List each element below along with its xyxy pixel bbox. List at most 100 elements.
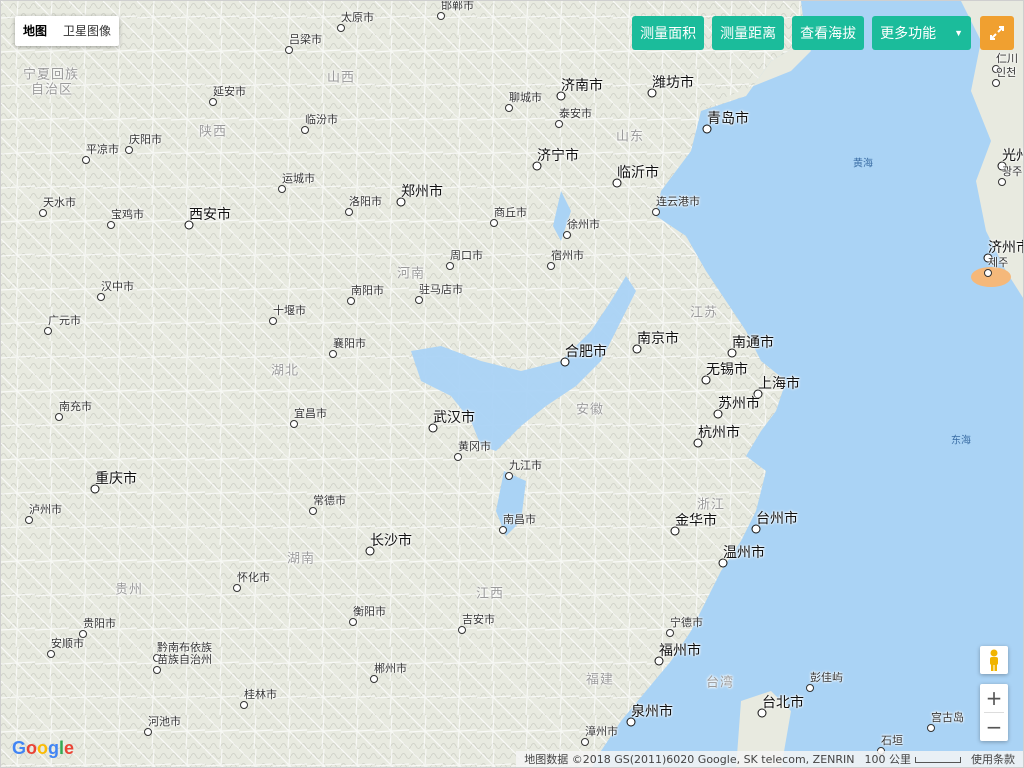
region-label: 河南 [397,266,426,282]
tool-buttons: 测量面积 测量距离 查看海拔 更多功能 ▼ [632,16,971,50]
city-label: 西安市 [189,207,231,223]
city-marker [806,684,814,692]
city-label: 宿州市 [551,249,584,262]
city-label: 金华市 [675,513,717,529]
city-label: 九江市 [509,459,542,472]
attribution-text: 地图数据 ©2018 GS(2011)6020 Google, SK telec… [524,753,855,766]
city-marker [107,221,115,229]
map-terrain [1,1,1023,767]
city-label: 漳州市 [585,725,618,738]
city-label: 彭佳屿 [810,671,843,684]
more-functions-button[interactable]: 更多功能 ▼ [872,16,971,50]
view-elevation-button[interactable]: 查看海拔 [792,16,865,50]
city-label: 无锡市 [706,362,748,378]
city-label: 苏州市 [718,396,760,412]
city-marker [563,231,571,239]
city-label: 南充市 [59,400,92,413]
city-marker [349,618,357,626]
expand-icon [990,26,1004,40]
city-label: 周口市 [450,249,483,262]
zoom-control: + − [980,684,1008,741]
city-label: 武汉市 [433,410,475,426]
city-marker [285,46,293,54]
city-marker [55,413,63,421]
city-label: 聊城市 [509,91,542,104]
fullscreen-button[interactable] [980,16,1014,50]
city-label: 运城市 [282,172,315,185]
pegman-icon [990,649,998,671]
city-label: 宜昌市 [294,407,327,420]
city-label: 衡阳市 [353,605,386,618]
city-label: 上海市 [758,376,800,392]
city-marker [329,350,337,358]
city-marker [984,269,992,277]
city-label: 重庆市 [95,471,137,487]
google-logo: Google [12,738,75,758]
map-canvas[interactable]: 宁夏回族 自治区 山西 陕西 山东 河南 江苏 湖北 安徽 浙江 湖南 江西 贵… [0,0,1024,768]
city-marker [269,317,277,325]
city-label: 宁德市 [670,616,703,629]
city-marker [233,584,241,592]
city-label: 邯郸市 [441,0,474,12]
city-label: 温州市 [723,545,765,561]
city-marker [666,629,674,637]
city-label: 长沙市 [370,533,412,549]
sea-label: 黄海 [853,158,873,170]
city-label: 福州市 [659,643,701,659]
measure-distance-button[interactable]: 测量距离 [712,16,785,50]
region-label: 湖南 [287,551,316,567]
street-view-pegman[interactable] [980,646,1008,674]
city-label: 合肥市 [565,344,607,360]
terms-link[interactable]: 使用条款 [971,751,1015,767]
city-marker [370,675,378,683]
map-type-control: 地图 卫星图像 [15,16,120,46]
city-label: 河池市 [148,715,181,728]
city-marker [652,208,660,216]
city-label: 광주 [1002,165,1023,178]
city-label: 杭州市 [698,425,740,441]
scale-indicator: 100 公里 [865,751,961,767]
region-label: 台湾 [706,675,735,691]
city-marker [25,516,33,524]
region-label: 江苏 [690,305,719,321]
city-label: 襄阳市 [333,337,366,350]
zoom-out-icon[interactable]: − [980,713,1008,741]
city-label: 驻马店市 [419,283,463,296]
city-label: 济宁市 [537,148,579,164]
city-label: 泉州市 [631,704,673,720]
city-label: 天水市 [43,196,76,209]
city-label: 泰安市 [559,107,592,120]
measure-area-button[interactable]: 测量面积 [632,16,705,50]
city-label: 贵阳市 [83,617,116,630]
map-footer: 地图数据 ©2018 GS(2011)6020 Google, SK telec… [516,751,1023,767]
city-label: 黄冈市 [458,440,491,453]
city-marker [345,208,353,216]
map-type-map[interactable]: 地图 [15,16,55,46]
city-label: 济南市 [561,78,603,94]
city-label: 宝鸡市 [111,208,144,221]
city-marker [47,650,55,658]
city-marker [998,178,1006,186]
region-label: 山西 [327,70,356,86]
map-type-satellite[interactable]: 卫星图像 [55,16,119,46]
city-marker [82,156,90,164]
region-label: 山东 [616,129,645,145]
city-label: 临沂市 [617,165,659,181]
city-marker [505,472,513,480]
city-marker [39,209,47,217]
city-label: 인천 [996,66,1017,79]
city-label: 郑州市 [401,184,443,200]
city-label: 怀化市 [237,571,270,584]
zoom-in-icon[interactable]: + [980,684,1008,712]
city-marker [337,24,345,32]
city-marker [547,262,555,270]
city-label: 南京市 [637,331,679,347]
city-label: 桂林市 [244,688,277,701]
region-label: 贵州 [115,582,144,598]
city-label: 十堰市 [273,304,306,317]
city-marker [301,126,309,134]
city-label: 台州市 [756,511,798,527]
city-marker [505,104,513,112]
city-label: 吉安市 [462,613,495,626]
city-label: 潍坊市 [652,75,694,91]
